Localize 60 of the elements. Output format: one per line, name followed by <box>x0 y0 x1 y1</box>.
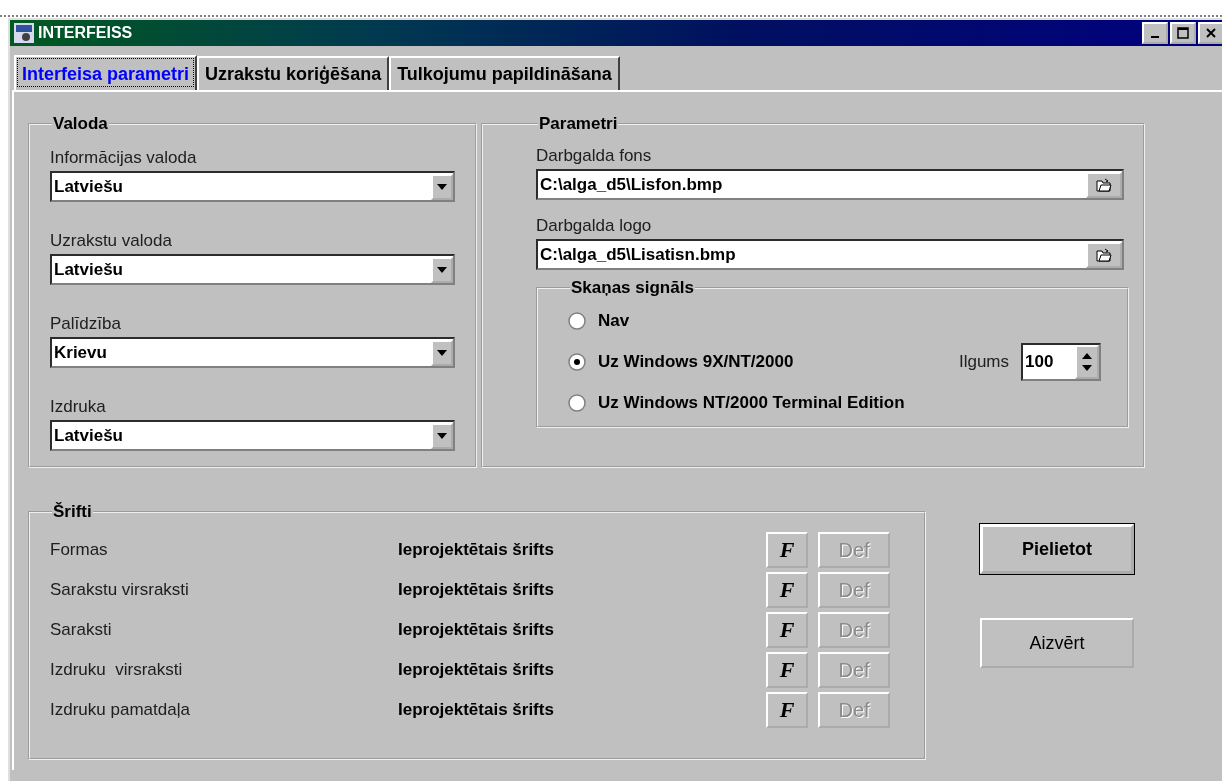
dropdown[interactable]: Krievu <box>50 337 455 368</box>
radio-icon[interactable] <box>568 311 586 330</box>
radio-option[interactable]: Uz Windows NT/2000 Terminal Edition <box>568 392 905 413</box>
caret-icon <box>437 432 447 439</box>
font-name: Ieprojektētais šrifts <box>398 540 555 560</box>
group-title: Skaņas signāls <box>570 278 695 298</box>
maximize-icon <box>1177 27 1189 39</box>
duration-label: Ilgums <box>958 351 1009 372</box>
dropdown[interactable]: Latviešu <box>50 171 455 202</box>
field-label: Uzrakstu valoda <box>50 231 173 251</box>
radio-option[interactable]: Nav <box>568 310 630 331</box>
font-name: Ieprojektētais šrifts <box>398 700 555 720</box>
spinner-arrows[interactable] <box>1075 344 1099 379</box>
dropdown-button[interactable] <box>431 422 453 449</box>
caret-icon <box>437 349 447 356</box>
field-label: Darbgalda fons <box>536 146 653 166</box>
browse-button[interactable] <box>1086 171 1122 198</box>
group-title: Parametri <box>538 114 619 134</box>
file-path-field[interactable]: C:\alga_d5\Lisfon.bmp <box>536 169 1124 200</box>
caret-icon <box>437 266 447 273</box>
font-target-label: Sarakstu virsraksti <box>50 580 190 600</box>
dropdown-button[interactable] <box>431 173 453 200</box>
dropdown[interactable]: Latviešu <box>50 420 455 451</box>
minimize-icon <box>1151 36 1159 38</box>
font-target-label: Saraksti <box>50 620 113 640</box>
group-title: Valoda <box>52 114 109 134</box>
browse-button[interactable] <box>1086 241 1122 268</box>
close-icon <box>1205 27 1217 39</box>
radio-icon[interactable] <box>568 393 586 412</box>
maximize-button[interactable] <box>1170 22 1196 44</box>
radio-selected-icon[interactable] <box>568 352 586 371</box>
field-label: Palīdzība <box>50 314 122 334</box>
folder-icon <box>1096 177 1112 192</box>
font-name: Ieprojektētais šrifts <box>398 660 555 680</box>
field-label: Izdruka <box>50 397 107 417</box>
minimize-button[interactable] <box>1142 22 1168 44</box>
font-name: Ieprojektētais šrifts <box>398 580 555 600</box>
apply-button[interactable]: Pielietot <box>980 524 1134 574</box>
radio-option[interactable]: Uz Windows 9X/NT/2000 <box>568 351 794 372</box>
close-button[interactable] <box>1198 22 1222 44</box>
font-name: Ieprojektētais šrifts <box>398 620 555 640</box>
caret-icon <box>437 183 447 190</box>
window-title: INTERFEISS <box>38 24 134 42</box>
number-spinner[interactable]: 100 <box>1021 342 1101 381</box>
dropdown-button[interactable] <box>431 256 453 283</box>
dropdown[interactable]: Latviešu <box>50 254 455 285</box>
field-label: Darbgalda logo <box>536 216 653 236</box>
font-target-label: Izdruku virsraksti <box>50 660 184 680</box>
font-target-label: Formas <box>50 540 109 560</box>
group-title: Šrifti <box>52 502 93 522</box>
file-path-field[interactable]: C:\alga_d5\Lisatisn.bmp <box>536 239 1124 270</box>
tab[interactable]: Uzrakstu koriģēšana <box>197 56 390 90</box>
close-dialog-button[interactable]: Aizvērt <box>980 618 1134 668</box>
app-icon <box>14 23 34 43</box>
folder-icon <box>1096 247 1112 262</box>
field-label: Informācijas valoda <box>50 148 198 168</box>
tab[interactable]: Tulkojumu papildināšana <box>389 56 620 90</box>
font-target-label: Izdruku pamatdaļa <box>50 700 191 720</box>
tab[interactable]: Interfeisa parametri <box>14 55 198 90</box>
dropdown-button[interactable] <box>431 339 453 366</box>
